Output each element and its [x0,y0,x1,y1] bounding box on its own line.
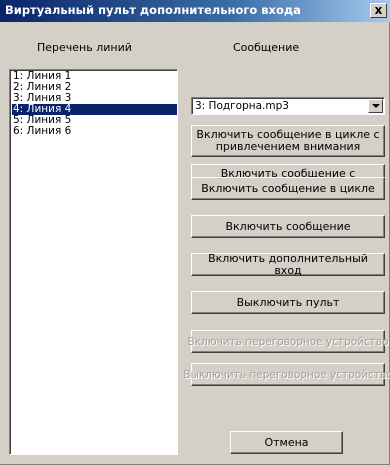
lines-listbox[interactable]: 1: Линия 1 2: Линия 2 3: Линия 3 4: Лини… [9,69,178,455]
disable-intercom-button[interactable]: Выключить переговорное устройство [183,363,390,386]
title-bar: Виртуальный пульт дополнительного входа … [0,0,390,22]
message-label: Сообщение [233,41,300,54]
enable-extra-input-button[interactable]: Включить дополнительный вход [191,252,385,276]
enable-intercom-button[interactable]: Включить переговорное устройство [187,330,389,353]
lines-list-label: Перечень линий [37,41,132,54]
close-button[interactable]: x [370,3,387,18]
disable-console-button[interactable]: Выключить пульт [191,291,385,314]
window-title: Виртуальный пульт дополнительного входа [5,3,301,17]
message-select[interactable]: 3: Подгорна.mp3 [191,97,385,115]
dialog-window: Виртуальный пульт дополнительного входа … [0,0,390,465]
message-select-value: 3: Подгорна.mp3 [195,100,289,112]
chevron-down-icon[interactable] [368,99,383,113]
enable-message-loop-attention-button[interactable]: Включить сообщение в цикле с привлечение… [191,125,385,157]
cancel-button[interactable]: Отмена [230,431,343,454]
enable-message-button[interactable]: Включить сообщение [191,215,385,238]
list-item-line-6[interactable]: 6: Линия 6 [12,126,177,137]
enable-message-loop-button[interactable]: Включить сообщение в цикле [191,177,385,200]
